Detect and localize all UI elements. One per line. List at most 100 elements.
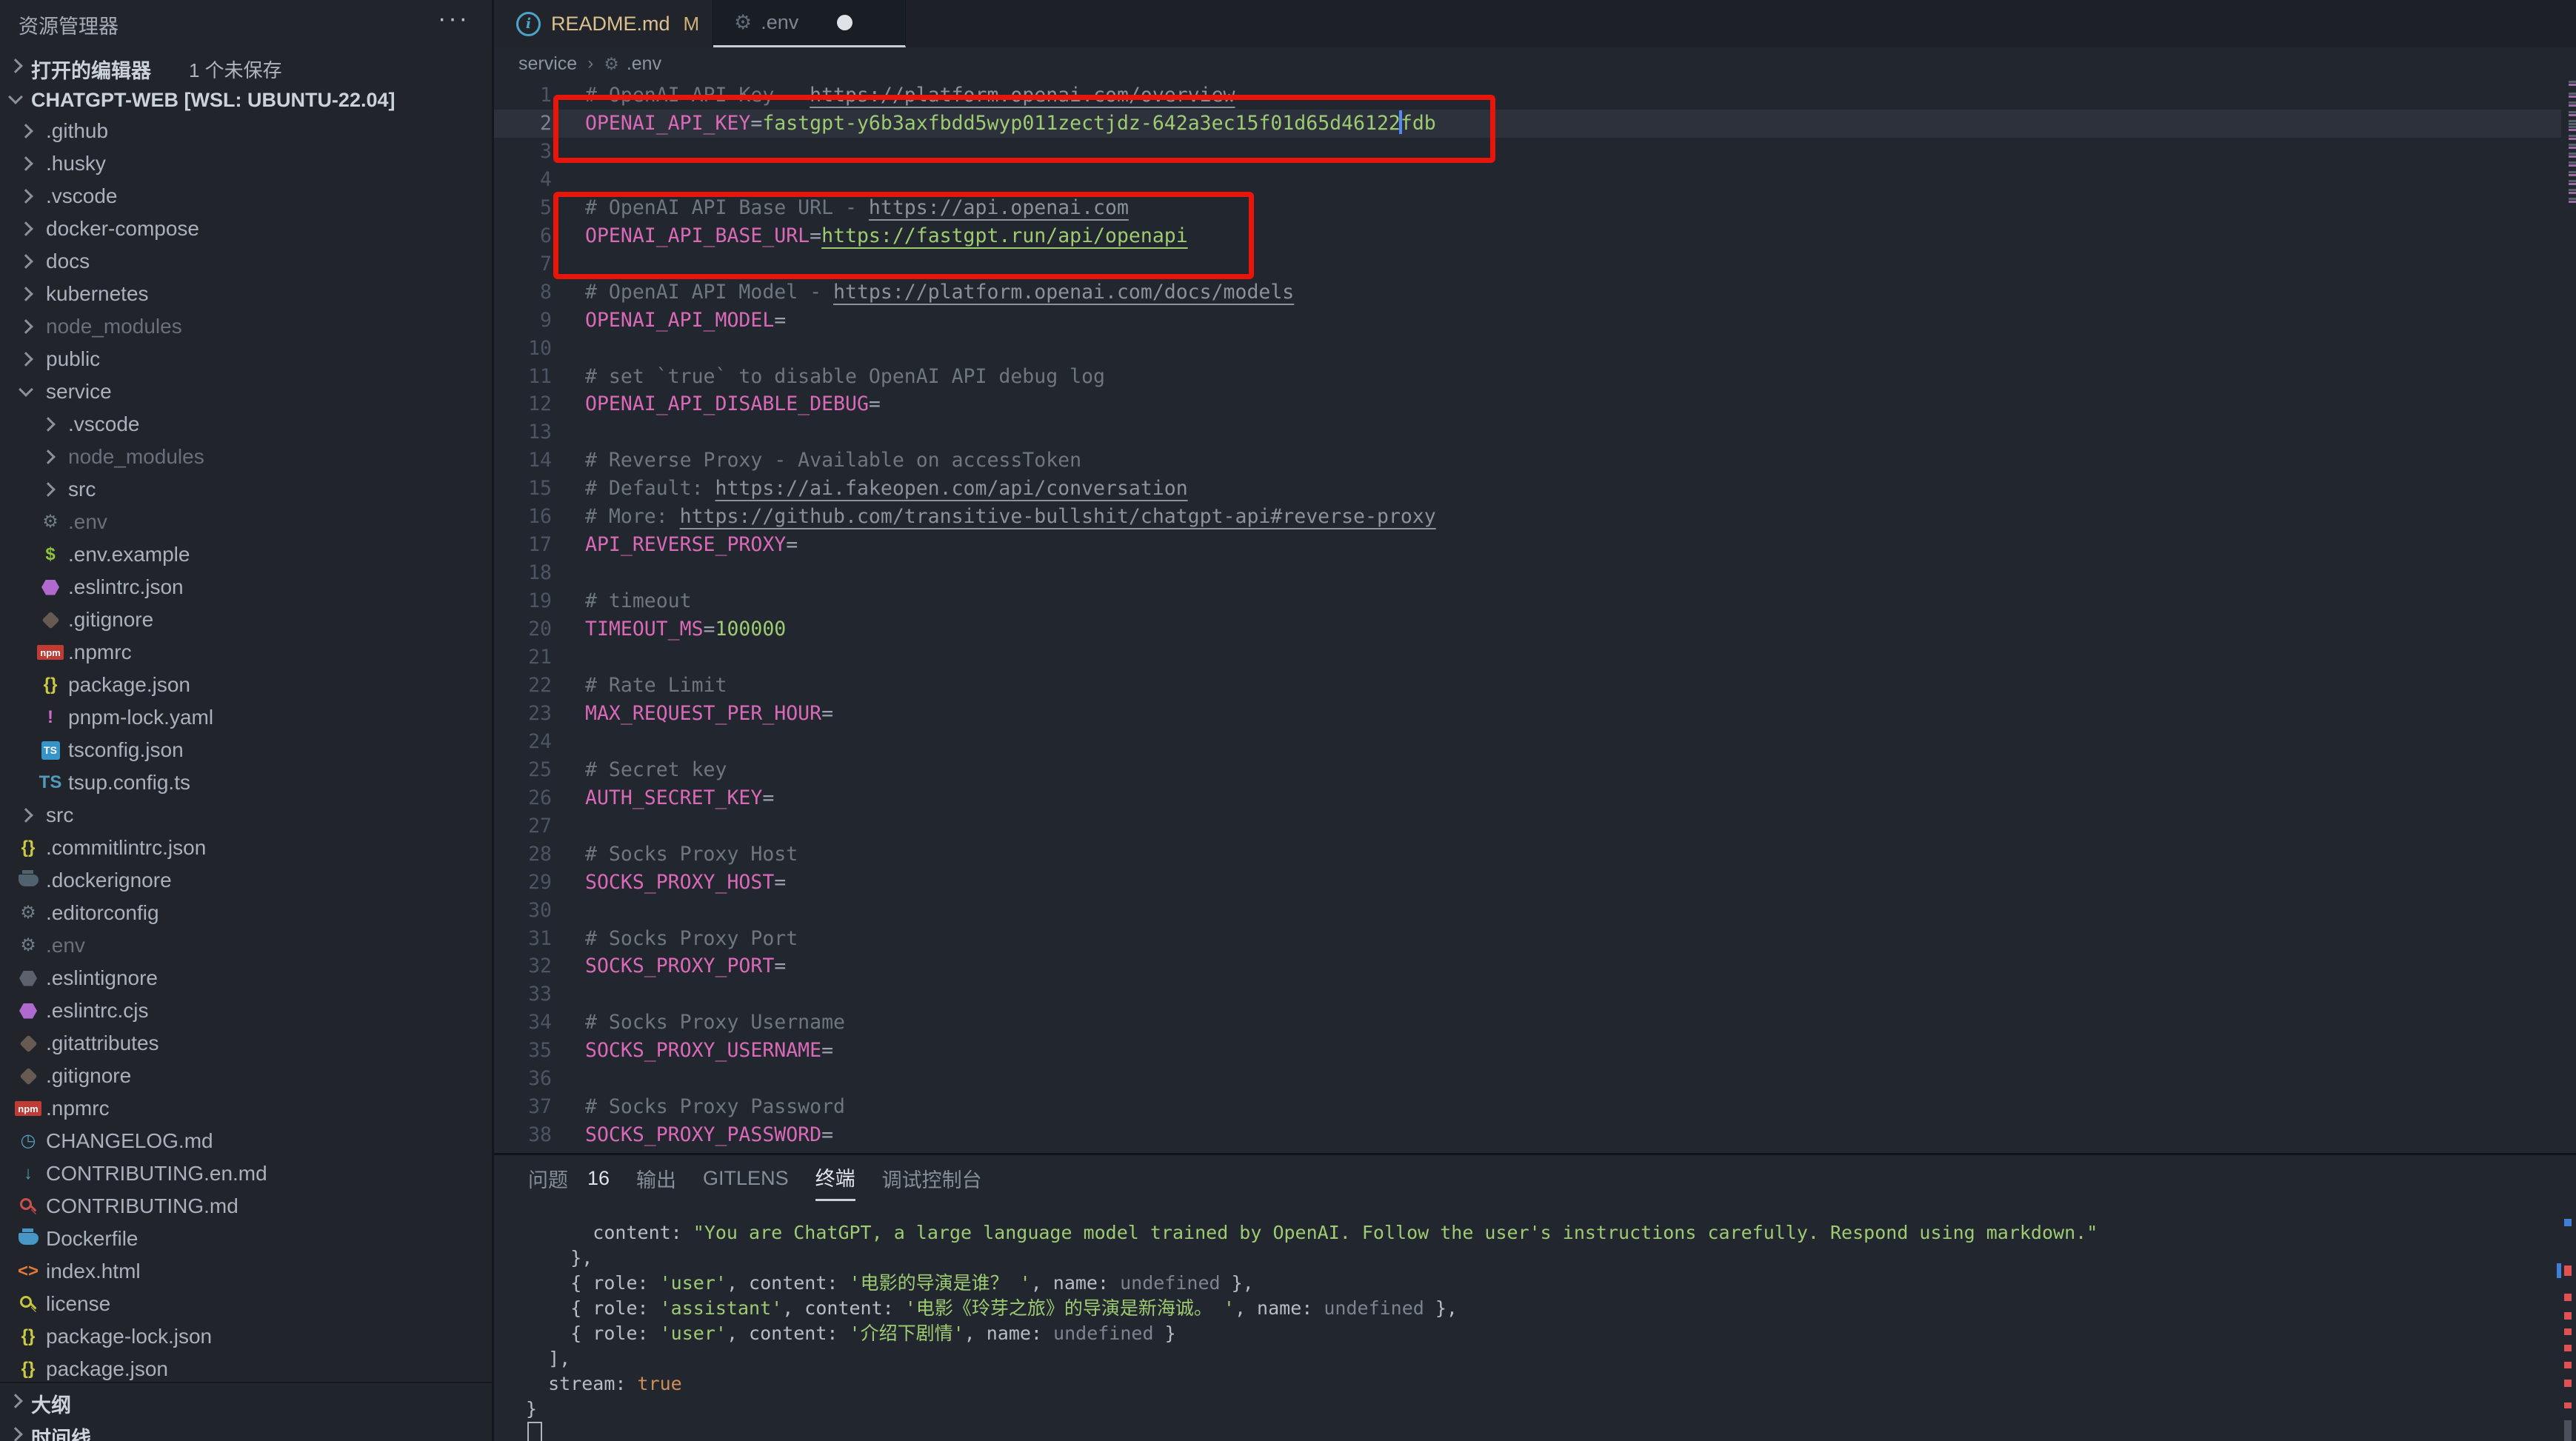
- code-line-12[interactable]: 12OPENAI_API_DISABLE_DEBUG=: [494, 390, 2576, 418]
- tree-item-src[interactable]: src: [0, 473, 527, 506]
- tree-item-tsup.config.ts[interactable]: TStsup.config.ts: [0, 766, 527, 799]
- tree-item-CONTRIBUTING.en.md[interactable]: ↓CONTRIBUTING.en.md: [0, 1157, 505, 1190]
- minimap-line-mark: [2569, 126, 2576, 128]
- code-line-18[interactable]: 18: [494, 559, 2576, 587]
- tree-item-kubernetes[interactable]: kubernetes: [0, 278, 505, 310]
- code-line-33[interactable]: 33: [494, 980, 2576, 1009]
- tab-env[interactable]: ⚙ .env: [713, 0, 906, 47]
- minimap-line-mark: [2569, 180, 2576, 182]
- tree-item-.vscode[interactable]: .vscode: [0, 408, 527, 441]
- code-line-29[interactable]: 29SOCKS_PROXY_HOST=: [494, 869, 2576, 897]
- code-line-34[interactable]: 34# Socks Proxy Username: [494, 1009, 2576, 1037]
- panel-tab-gitlens[interactable]: GITLENS: [703, 1155, 789, 1201]
- tree-item-public[interactable]: public: [0, 343, 505, 375]
- tree-item-Dockerfile[interactable]: Dockerfile: [0, 1223, 505, 1255]
- code-line-9[interactable]: 9OPENAI_API_MODEL=: [494, 307, 2576, 335]
- outline-section[interactable]: 大纲: [0, 1383, 492, 1417]
- tree-item-docker-compose[interactable]: docker-compose: [0, 213, 505, 245]
- tree-item-package.json[interactable]: {}package.json: [0, 1353, 505, 1385]
- code-line-11[interactable]: 11# set `true` to disable OpenAI API deb…: [494, 363, 2576, 391]
- tree-item-service[interactable]: service: [0, 375, 505, 408]
- tree-item-license[interactable]: license: [0, 1288, 505, 1320]
- code-line-26[interactable]: 26AUTH_SECRET_KEY=: [494, 784, 2576, 812]
- code-line-17[interactable]: 17API_REVERSE_PROXY=: [494, 531, 2576, 559]
- tree-item-.editorconfig[interactable]: ⚙.editorconfig: [0, 897, 505, 929]
- code-line-25[interactable]: 25# Secret key: [494, 756, 2576, 784]
- tree-item-.vscode[interactable]: .vscode: [0, 180, 505, 213]
- tree-item-.npmrc[interactable]: npm.npmrc: [0, 1092, 505, 1125]
- code-line-37[interactable]: 37# Socks Proxy Password: [494, 1093, 2576, 1121]
- code-line-31[interactable]: 31# Socks Proxy Port: [494, 925, 2576, 953]
- code-line-27[interactable]: 27: [494, 812, 2576, 840]
- tree-item-.env.example[interactable]: $.env.example: [0, 538, 527, 571]
- tree-item-CHANGELOG.md[interactable]: ◷CHANGELOG.md: [0, 1125, 505, 1157]
- code-line-4[interactable]: 4: [494, 166, 2576, 194]
- code-line-10[interactable]: 10: [494, 335, 2576, 363]
- tree-item-CONTRIBUTING.md[interactable]: CONTRIBUTING.md: [0, 1190, 505, 1223]
- tree-item-.github[interactable]: .github: [0, 115, 505, 147]
- breadcrumb-file[interactable]: .env: [627, 53, 661, 75]
- code-editor[interactable]: 1# OpenAI API Key - https://platform.ope…: [494, 80, 2576, 1153]
- tree-item-.gitattributes[interactable]: .gitattributes: [0, 1027, 505, 1060]
- code-line-21[interactable]: 21: [494, 643, 2576, 672]
- code-line-5[interactable]: 5# OpenAI API Base URL - https://api.ope…: [494, 194, 2576, 222]
- tree-item-.husky[interactable]: .husky: [0, 147, 505, 180]
- breadcrumb-service[interactable]: service: [518, 53, 577, 75]
- code-line-3[interactable]: 3: [494, 138, 2576, 166]
- bottom-panel: 问题 16 输出 GITLENS 终端 调试控制台 content: "You …: [494, 1153, 2576, 1441]
- terminal-output[interactable]: content: "You are ChatGPT, a large langu…: [526, 1220, 2554, 1441]
- code-line-22[interactable]: 22# Rate Limit: [494, 672, 2576, 700]
- tree-item-node_modules[interactable]: node_modules: [0, 310, 505, 343]
- code-line-19[interactable]: 19# timeout: [494, 587, 2576, 615]
- tab-readme[interactable]: i README.md M: [494, 0, 713, 47]
- code-line-24[interactable]: 24: [494, 728, 2576, 756]
- editor-tab-bar: i README.md M ⚙ .env: [494, 0, 2576, 47]
- code-line-7[interactable]: 7: [494, 250, 2576, 278]
- dollar-icon: $: [45, 546, 55, 564]
- more-actions-icon[interactable]: ···: [438, 4, 470, 33]
- code-line-35[interactable]: 35SOCKS_PROXY_USERNAME=: [494, 1037, 2576, 1065]
- tree-item-.gitignore[interactable]: .gitignore: [0, 1060, 505, 1092]
- tree-item-.gitignore[interactable]: .gitignore: [0, 604, 527, 636]
- code-line-14[interactable]: 14# Reverse Proxy - Available on accessT…: [494, 447, 2576, 475]
- panel-tab-problems[interactable]: 问题 16: [528, 1155, 610, 1201]
- project-section[interactable]: CHATGPT-WEB [WSL: UBUNTU-22.04]: [0, 83, 492, 117]
- tree-item-.eslintrc.cjs[interactable]: .eslintrc.cjs: [0, 994, 505, 1027]
- tree-item-.eslintrc.json[interactable]: .eslintrc.json: [0, 571, 527, 604]
- tree-item-.commitlintrc.json[interactable]: {}.commitlintrc.json: [0, 832, 505, 864]
- code-line-28[interactable]: 28# Socks Proxy Host: [494, 840, 2576, 869]
- code-line-15[interactable]: 15# Default: https://ai.fakeopen.com/api…: [494, 475, 2576, 503]
- code-line-23[interactable]: 23MAX_REQUEST_PER_HOUR=: [494, 700, 2576, 728]
- code-line-2[interactable]: 2OPENAI_API_KEY=fastgpt-y6b3axfbdd5wyp01…: [494, 110, 2576, 138]
- tree-item-package-lock.json[interactable]: {}package-lock.json: [0, 1320, 505, 1353]
- code-line-16[interactable]: 16# More: https://github.com/transitive-…: [494, 503, 2576, 531]
- panel-tab-terminal[interactable]: 终端: [815, 1155, 855, 1201]
- code-line-38[interactable]: 38SOCKS_PROXY_PASSWORD=: [494, 1121, 2576, 1149]
- code-line-1[interactable]: 1# OpenAI API Key - https://platform.ope…: [494, 81, 2576, 110]
- tree-item-.env[interactable]: ⚙.env: [0, 929, 505, 962]
- code-line-13[interactable]: 13: [494, 418, 2576, 447]
- tree-item-docs[interactable]: docs: [0, 245, 505, 278]
- tree-item-src[interactable]: src: [0, 799, 505, 832]
- code-line-20[interactable]: 20TIMEOUT_MS=100000: [494, 615, 2576, 643]
- dirty-dot-icon[interactable]: [837, 15, 852, 30]
- tree-item-.dockerignore[interactable]: .dockerignore: [0, 864, 505, 897]
- tree-item-tsconfig.json[interactable]: TStsconfig.json: [0, 734, 527, 766]
- tree-item-.env[interactable]: ⚙.env: [0, 506, 527, 538]
- tree-item-package.json[interactable]: {}package.json: [0, 669, 527, 701]
- tree-item-pnpm-lock.yaml[interactable]: !pnpm-lock.yaml: [0, 701, 527, 734]
- tree-item-.npmrc[interactable]: npm.npmrc: [0, 636, 527, 669]
- line-number: 1: [494, 81, 552, 110]
- panel-tab-output[interactable]: 输出: [636, 1155, 676, 1201]
- code-line-32[interactable]: 32SOCKS_PROXY_PORT=: [494, 952, 2576, 980]
- tree-item-.eslintignore[interactable]: .eslintignore: [0, 962, 505, 994]
- code-line-8[interactable]: 8# OpenAI API Model - https://platform.o…: [494, 278, 2576, 307]
- panel-tab-debug-console[interactable]: 调试控制台: [882, 1155, 982, 1201]
- tree-item-node_modules[interactable]: node_modules: [0, 441, 527, 473]
- open-editors-section[interactable]: 打开的编辑器 1 个未保存: [0, 49, 492, 83]
- code-line-6[interactable]: 6OPENAI_API_BASE_URL=https://fastgpt.run…: [494, 222, 2576, 250]
- code-line-30[interactable]: 30: [494, 897, 2576, 925]
- code-line-36[interactable]: 36: [494, 1065, 2576, 1093]
- tree-item-index.html[interactable]: <>index.html: [0, 1255, 505, 1288]
- timeline-section[interactable]: 时间线: [0, 1417, 492, 1441]
